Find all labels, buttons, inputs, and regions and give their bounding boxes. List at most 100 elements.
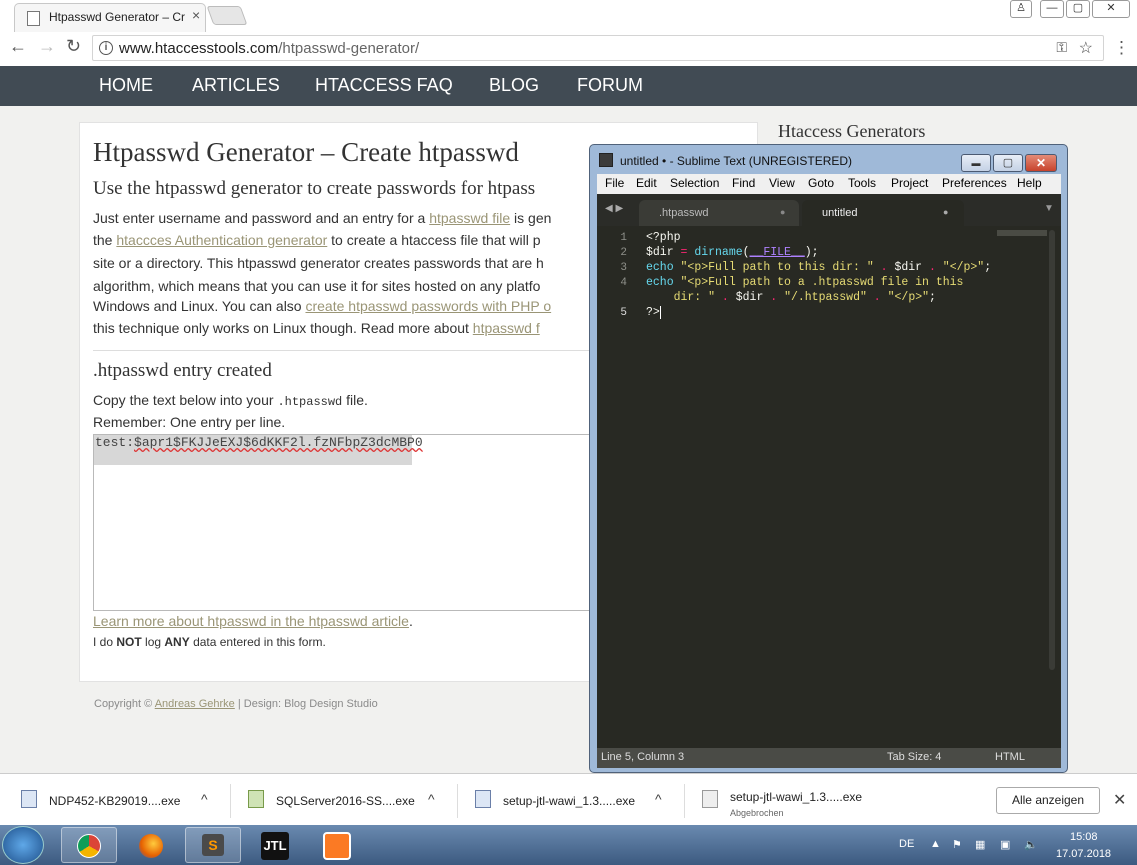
tab-dropdown-icon[interactable]: ▼ — [1044, 203, 1054, 214]
sublime-menu-bar: File Edit Selection Find View Goto Tools… — [597, 174, 1061, 194]
download-name: NDP452-KB29019....exe — [49, 794, 181, 808]
tab-dirty-dot-icon[interactable]: ● — [943, 207, 948, 217]
volume-icon[interactable]: 🔈 — [1024, 838, 1038, 851]
installer-icon — [475, 790, 491, 808]
tab-close-icon[interactable]: × — [192, 7, 200, 23]
flag-icon[interactable]: ⚑ — [952, 838, 962, 851]
htpasswd-output-textarea[interactable]: test:$apr1$FKJJeEXJ$6dKKF2l.fzNFbpZ3dcMB… — [93, 434, 593, 611]
sublime-app-icon — [599, 153, 613, 167]
site-nav-bar — [0, 66, 1137, 106]
network-icon[interactable]: ▣ — [1000, 838, 1010, 851]
syntax-mode[interactable]: HTML — [995, 751, 1025, 763]
minimap[interactable] — [997, 230, 1047, 236]
taskbar-jtl[interactable]: JTL — [247, 827, 303, 863]
nav-forum[interactable]: FORUM — [577, 75, 643, 96]
learn-more-link[interactable]: Learn more about htpasswd in the htpassw… — [93, 613, 409, 629]
download-item[interactable]: NDP452-KB29019....exe ^ — [21, 786, 221, 816]
learn-more-line: Learn more about htpasswd in the htpassw… — [93, 613, 413, 629]
menu-goto[interactable]: Goto — [808, 176, 834, 190]
chevron-up-icon[interactable]: ^ — [428, 791, 435, 807]
code-line: ?> — [646, 306, 661, 319]
taskbar-sublime[interactable]: S — [185, 827, 241, 863]
menu-preferences[interactable]: Preferences — [942, 176, 1007, 190]
nav-articles[interactable]: ARTICLES — [192, 75, 280, 96]
intro-line-1: Just enter username and password and an … — [93, 210, 552, 226]
menu-file[interactable]: File — [605, 176, 624, 190]
menu-tools[interactable]: Tools — [848, 176, 876, 190]
clock-time[interactable]: 15:08 — [1070, 831, 1098, 843]
nav-htaccess-faq[interactable]: HTACCESS FAQ — [315, 75, 453, 96]
taskbar-xampp[interactable] — [309, 827, 365, 863]
tab-htpasswd[interactable]: .htpasswd ● — [639, 200, 799, 226]
jtl-icon: JTL — [261, 832, 289, 860]
sublime-minimize-button[interactable]: ▬ — [961, 154, 991, 172]
tab-untitled-label: untitled — [822, 207, 858, 219]
maximize-button[interactable]: ▢ — [1066, 0, 1090, 18]
menu-edit[interactable]: Edit — [636, 176, 657, 190]
taskbar-chrome[interactable] — [61, 827, 117, 863]
editor-scrollbar[interactable] — [1049, 230, 1055, 670]
browser-tab[interactable]: Htpasswd Generator – Cr × — [14, 3, 206, 32]
clock-date[interactable]: 17.07.2018 — [1056, 848, 1111, 860]
author-link[interactable]: Andreas Gehrke — [155, 698, 235, 710]
copyright: Copyright © Andreas Gehrke | Design: Blo… — [94, 698, 378, 710]
chevron-up-icon[interactable]: ^ — [201, 791, 208, 807]
code-line: $dir = dirname(__FILE__); — [646, 246, 819, 259]
download-name: setup-jtl-wawi_1.3.....exe — [503, 794, 636, 808]
key-icon[interactable]: ⚿ — [1056, 39, 1067, 56]
menu-view[interactable]: View — [769, 176, 795, 190]
forward-arrow-icon[interactable]: → — [38, 36, 56, 57]
start-button-icon[interactable] — [2, 826, 44, 864]
back-arrow-icon[interactable]: ← — [9, 36, 27, 57]
download-item[interactable]: setup-jtl-wawi_1.3.....exe ^ — [475, 786, 675, 816]
remember-text: Remember: One entry per line. — [93, 414, 286, 430]
close-downloads-icon[interactable]: ✕ — [1113, 790, 1126, 810]
tab-nav-arrows-icon[interactable]: ◀ ▶ — [605, 203, 623, 214]
url-path: /htpasswd-generator/ — [278, 40, 420, 57]
nav-blog[interactable]: BLOG — [489, 75, 539, 96]
menu-selection[interactable]: Selection — [670, 176, 719, 190]
tab-untitled[interactable]: untitled ● — [802, 200, 964, 226]
nav-home[interactable]: HOME — [99, 75, 153, 96]
download-status: Abgebrochen — [730, 808, 784, 818]
language-indicator[interactable]: DE — [899, 838, 914, 850]
sublime-close-button[interactable]: ✕ — [1025, 154, 1057, 172]
bookmark-star-icon[interactable]: ☆ — [1079, 38, 1093, 58]
show-all-button[interactable]: Alle anzeigen — [996, 787, 1100, 814]
htpasswd-file-link-2[interactable]: htpasswd f — [473, 320, 540, 336]
sublime-tab-bar: ◀ ▶ .htpasswd ● untitled ● ▼ — [597, 194, 1061, 226]
device-icon[interactable]: ▦ — [975, 838, 985, 851]
menu-kebab-icon[interactable]: ⋮ — [1113, 38, 1130, 58]
reload-icon[interactable]: ↻ — [66, 36, 81, 57]
sublime-window[interactable]: untitled • - Sublime Text (UNREGISTERED)… — [589, 144, 1068, 773]
minimize-button[interactable]: — — [1040, 0, 1064, 18]
code-editor[interactable]: 1 2 3 4 5 <?php $dir = dirname(__FILE__)… — [597, 226, 1061, 748]
intro-line-6: this technique only works on Linux thoug… — [93, 320, 540, 336]
taskbar-firefox[interactable] — [123, 827, 179, 863]
close-window-button[interactable]: ✕ — [1092, 0, 1130, 18]
tab-size[interactable]: Tab Size: 4 — [887, 751, 941, 763]
code-line: <?php — [646, 231, 681, 244]
php-passwords-link[interactable]: create htpasswd passwords with PHP o — [305, 298, 551, 314]
download-item[interactable]: SQLServer2016-SS....exe ^ — [248, 786, 448, 816]
address-bar[interactable]: i www.htaccesstools.com/htpasswd-generat… — [92, 35, 1104, 61]
download-item[interactable]: setup-jtl-wawi_1.3.....exe Abgebrochen — [702, 786, 902, 818]
line-number: 4 — [620, 277, 627, 289]
sublime-maximize-button[interactable]: ▢ — [993, 154, 1023, 172]
menu-project[interactable]: Project — [891, 176, 928, 190]
menu-find[interactable]: Find — [732, 176, 755, 190]
chevron-up-icon[interactable]: ^ — [655, 791, 662, 807]
download-divider — [684, 784, 685, 818]
sublime-icon: S — [202, 834, 224, 856]
profile-icon[interactable]: ♙ — [1010, 0, 1032, 18]
auth-generator-link[interactable]: htaccces Authentication generator — [116, 232, 327, 248]
htpasswd-file-link[interactable]: htpasswd file — [429, 210, 510, 226]
download-divider — [457, 784, 458, 818]
new-tab-button[interactable] — [206, 6, 248, 25]
url-text: www.htaccesstools.com/htpasswd-generator… — [119, 40, 419, 57]
tray-arrow-icon[interactable]: ▲ — [930, 838, 941, 850]
download-name: SQLServer2016-SS....exe — [276, 794, 415, 808]
menu-help[interactable]: Help — [1017, 176, 1042, 190]
info-icon[interactable]: i — [99, 41, 113, 55]
tab-dirty-dot-icon[interactable]: ● — [780, 207, 785, 217]
